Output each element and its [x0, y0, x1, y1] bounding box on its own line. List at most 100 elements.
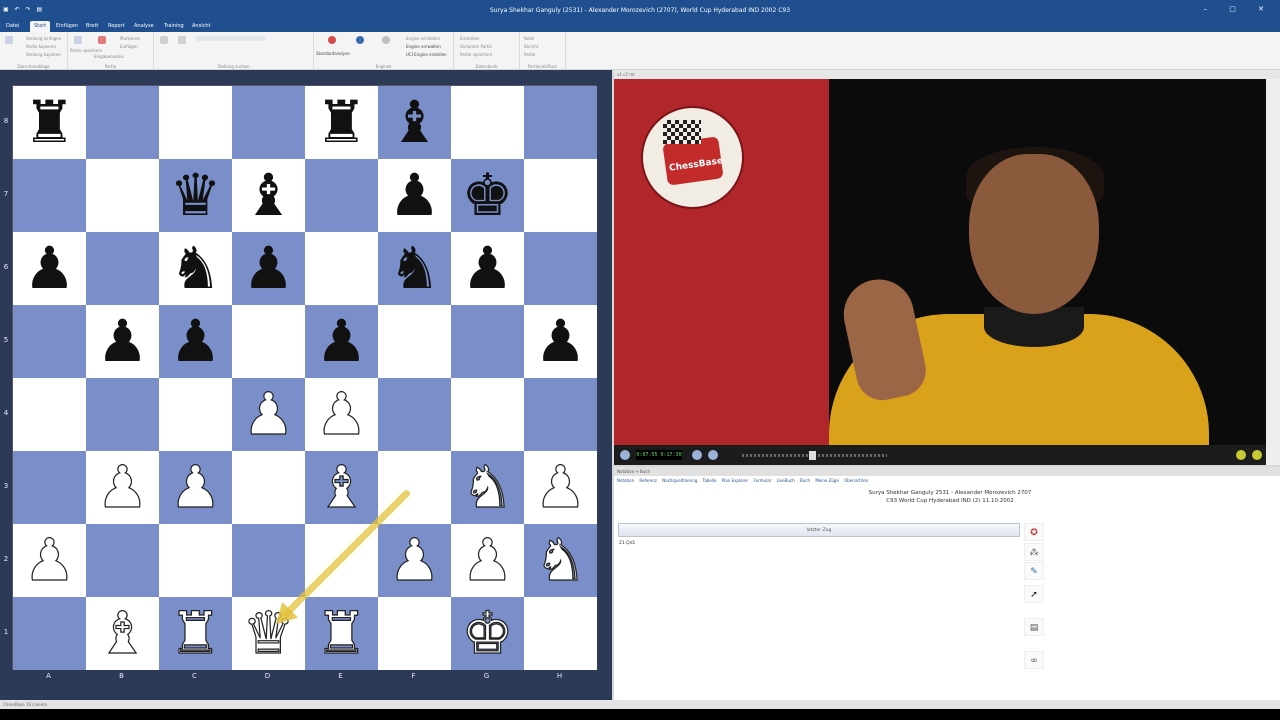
black-rook-icon[interactable]: ♜ — [305, 86, 378, 159]
tab-form[interactable]: Formular — [753, 478, 771, 483]
influence-game-button[interactable]: Partie — [524, 52, 535, 57]
report-button[interactable]: Bericht — [524, 44, 538, 49]
variants-button[interactable]: Varianten Partie — [460, 44, 492, 49]
paste-position-button[interactable]: Stellung einfügen — [26, 36, 61, 41]
square-b2[interactable] — [86, 524, 159, 597]
eyedropper-icon[interactable]: ✎ — [1024, 562, 1044, 580]
glasses-icon[interactable]: ∞ — [1024, 651, 1044, 669]
square-c2[interactable] — [159, 524, 232, 597]
volume-down-icon[interactable] — [1236, 450, 1246, 460]
other-engine-icon[interactable] — [382, 36, 390, 44]
square-c8[interactable] — [159, 86, 232, 159]
square-h4[interactable] — [524, 378, 597, 451]
square-g5[interactable] — [451, 305, 524, 378]
square-g4[interactable] — [451, 378, 524, 451]
note-button[interactable]: Notiz — [524, 36, 534, 41]
square-h1[interactable] — [524, 597, 597, 670]
save-icon[interactable]: ▤ — [1024, 618, 1044, 636]
tab-my-moves[interactable]: Meine Züge — [815, 478, 839, 483]
white-pawn-icon[interactable]: ♟ — [378, 524, 451, 597]
square-b6[interactable] — [86, 232, 159, 305]
rewind-icon[interactable] — [692, 450, 702, 460]
square-d5[interactable] — [232, 305, 305, 378]
black-bishop-icon[interactable]: ♝ — [378, 86, 451, 159]
black-pawn-icon[interactable]: ♟ — [524, 305, 597, 378]
white-bishop-icon[interactable]: ♝ — [86, 597, 159, 670]
black-pawn-icon[interactable]: ♟ — [378, 159, 451, 232]
black-pawn-icon[interactable]: ♟ — [451, 232, 524, 305]
black-bishop-icon[interactable]: ♝ — [232, 159, 305, 232]
white-knight-icon[interactable]: ♞ — [524, 524, 597, 597]
square-a7[interactable] — [13, 159, 86, 232]
last-move-button[interactable]: letzter Zug — [618, 523, 1020, 537]
edit-icon[interactable] — [98, 36, 106, 44]
black-pawn-icon[interactable]: ♟ — [305, 305, 378, 378]
tab-analyse[interactable]: Analyse — [130, 21, 158, 32]
square-h8[interactable] — [524, 86, 597, 159]
tab-table[interactable]: Tabelle — [703, 478, 717, 483]
square-h6[interactable] — [524, 232, 597, 305]
square-h7[interactable] — [524, 159, 597, 232]
tab-replay-training[interactable]: Nachspieltraining — [662, 478, 697, 483]
save-game-icon[interactable] — [74, 36, 82, 44]
create-uci-engine-button[interactable]: UCI Engine erstellen — [406, 52, 447, 57]
insert-button[interactable]: Einfügen — [120, 44, 138, 49]
white-knight-icon[interactable]: ♞ — [451, 451, 524, 524]
kibitz-icon[interactable] — [356, 36, 364, 44]
save-game-button[interactable]: Partie speichern — [70, 48, 102, 53]
tab-training[interactable]: Training — [160, 21, 188, 32]
tab-ansicht[interactable]: Ansicht — [188, 21, 214, 32]
tab-brett[interactable]: Brett — [82, 21, 102, 32]
db-save-button[interactable]: Partie speichern — [460, 52, 492, 57]
white-pawn-icon[interactable]: ♟ — [524, 451, 597, 524]
black-knight-icon[interactable]: ♞ — [159, 232, 232, 305]
white-pawn-icon[interactable]: ♟ — [232, 378, 305, 451]
search-field[interactable] — [196, 36, 266, 41]
white-pawn-icon[interactable]: ♟ — [86, 451, 159, 524]
set-button[interactable]: Einstellen — [460, 36, 480, 41]
square-e7[interactable] — [305, 159, 378, 232]
black-rook-icon[interactable]: ♜ — [13, 86, 86, 159]
square-b8[interactable] — [86, 86, 159, 159]
square-g8[interactable] — [451, 86, 524, 159]
black-pawn-icon[interactable]: ♟ — [232, 232, 305, 305]
input-mode-button[interactable]: Eingabemodus — [94, 54, 124, 59]
tab-start[interactable]: Start — [30, 21, 51, 32]
balls-icon[interactable]: ⁂ — [1024, 543, 1044, 561]
video-scrollbar[interactable] — [1266, 79, 1280, 465]
square-f5[interactable] — [378, 305, 451, 378]
square-a3[interactable] — [13, 451, 86, 524]
manage-engines-button[interactable]: Engine verwalten — [406, 44, 441, 49]
white-pawn-icon[interactable]: ♟ — [305, 378, 378, 451]
search-template-icon[interactable] — [178, 36, 186, 44]
square-d3[interactable] — [232, 451, 305, 524]
white-rook-icon[interactable]: ♜ — [159, 597, 232, 670]
copy-position-button[interactable]: Stellung kopieren — [26, 52, 61, 57]
engine-icon[interactable] — [328, 36, 336, 44]
square-e6[interactable] — [305, 232, 378, 305]
seek-handle[interactable] — [809, 451, 816, 460]
white-queen-icon[interactable]: ♛ — [232, 597, 305, 670]
square-f3[interactable] — [378, 451, 451, 524]
white-pawn-icon[interactable]: ♟ — [451, 524, 524, 597]
square-a5[interactable] — [13, 305, 86, 378]
tab-overviews[interactable]: Übersichten — [844, 478, 868, 483]
tab-einfuegen[interactable]: Einfügen — [52, 21, 82, 32]
black-pawn-icon[interactable]: ♟ — [159, 305, 232, 378]
paste-icon[interactable] — [5, 36, 13, 44]
tab-plan-explorer[interactable]: Plan Explorer — [722, 478, 748, 483]
close-engine-button[interactable]: Engine schließen — [406, 36, 440, 41]
square-a4[interactable] — [13, 378, 86, 451]
tab-livebook[interactable]: LiveBuch — [777, 478, 795, 483]
video-player[interactable]: ChessBase — [614, 79, 1266, 445]
square-c4[interactable] — [159, 378, 232, 451]
black-pawn-icon[interactable]: ♟ — [13, 232, 86, 305]
window-controls[interactable]: – ▢ ✕ — [1204, 5, 1274, 13]
white-rook-icon[interactable]: ♜ — [305, 597, 378, 670]
standard-analysis-button[interactable]: Standardanalyse — [316, 51, 350, 56]
white-king-icon[interactable]: ♚ — [451, 597, 524, 670]
tab-book[interactable]: Buch — [800, 478, 810, 483]
search-board-icon[interactable] — [160, 36, 168, 44]
tab-notation[interactable]: Notation — [617, 478, 634, 483]
square-b7[interactable] — [86, 159, 159, 232]
